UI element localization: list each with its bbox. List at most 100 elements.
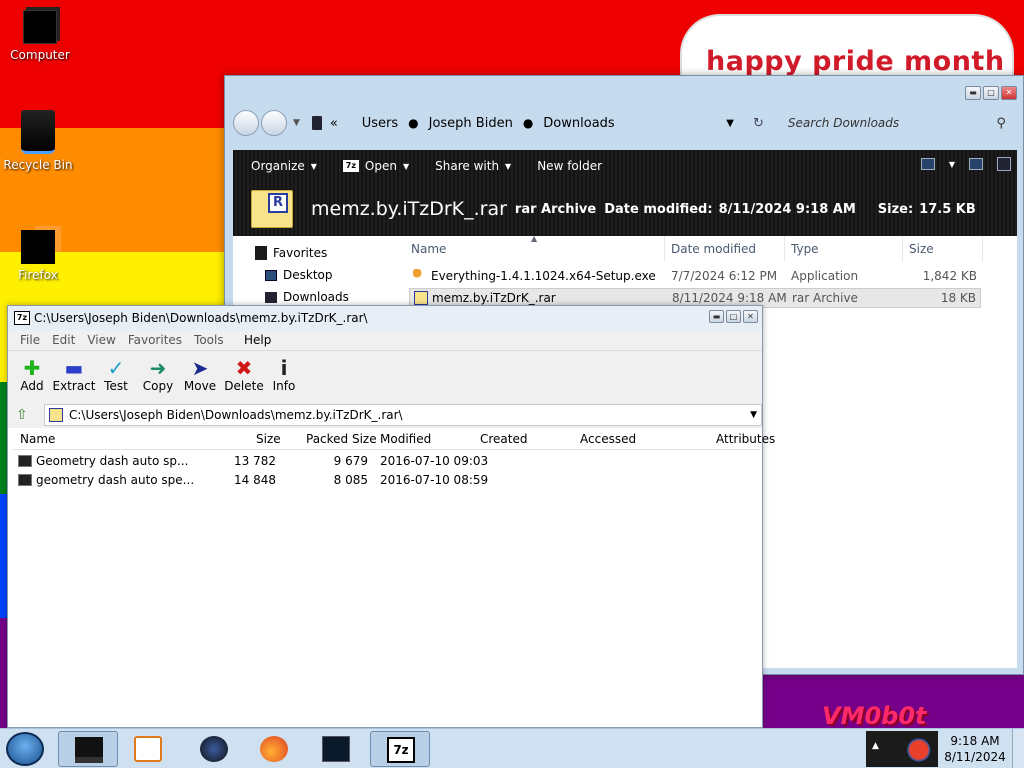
forward-button[interactable]	[261, 110, 287, 136]
close-button[interactable]: ✕	[743, 310, 758, 323]
column-header-name[interactable]: Name	[20, 432, 55, 446]
tool-label: Info	[272, 379, 296, 393]
desktop-icon-computer[interactable]: Computer	[2, 10, 78, 62]
menu-view[interactable]: View	[87, 333, 115, 347]
copy-arrow-icon: ➜	[149, 356, 167, 380]
minimize-button[interactable]: ▬	[965, 86, 981, 100]
taskbar-firefox[interactable]	[244, 731, 304, 767]
nav-item-favorites[interactable]: Favorites	[255, 246, 327, 260]
desktop-icon-recycle-bin[interactable]: Recycle Bin	[0, 110, 76, 172]
show-hidden-icons-icon[interactable]: ▲	[872, 741, 879, 751]
back-button[interactable]	[233, 110, 259, 136]
toolbar: Organize ▼ 7z Open ▼ Share with ▼ New fo…	[233, 150, 1017, 182]
column-header-accessed[interactable]: Accessed	[580, 432, 636, 446]
breadcrumb-prefix: «	[329, 115, 338, 131]
menu-tools[interactable]: Tools	[194, 333, 224, 347]
recent-pages-dropdown[interactable]: ▼	[293, 118, 300, 128]
taskbar-media-player[interactable]	[118, 731, 178, 767]
network-icon[interactable]	[888, 737, 932, 763]
nav-item-desktop[interactable]: Desktop	[265, 268, 333, 282]
column-header-date-modified[interactable]: Date modified	[665, 236, 785, 262]
share-with-button[interactable]: Share with ▼	[435, 159, 511, 173]
archive-row[interactable]: Geometry dash auto sp... 13 782 9 679 20…	[16, 452, 756, 471]
column-header-size[interactable]: Size	[256, 432, 281, 446]
file-modified: 8/11/2024 9:18 AM	[672, 291, 787, 305]
show-desktop-button[interactable]	[1012, 729, 1024, 768]
archive-row[interactable]: geometry dash auto spe... 14 848 8 085 2…	[16, 471, 756, 490]
7zip-title-bar[interactable]: 7z C:\Users\Joseph Biden\Downloads\memz.…	[8, 306, 762, 330]
refresh-icon[interactable]: ↻	[753, 116, 764, 131]
preview-pane-icon[interactable]	[969, 158, 983, 170]
move-button[interactable]: ➤ Move	[178, 357, 222, 393]
extract-button[interactable]: ▬ Extract	[52, 357, 96, 393]
breadcrumb-separator[interactable]: ●	[408, 116, 418, 130]
column-header-size[interactable]: Size	[903, 236, 983, 262]
breadcrumb-downloads[interactable]: Downloads	[543, 116, 614, 131]
menu-edit[interactable]: Edit	[52, 333, 75, 347]
menu-file[interactable]: File	[20, 333, 40, 347]
minimize-button[interactable]: ▬	[709, 310, 724, 323]
chevron-down-icon[interactable]: ▼	[949, 160, 955, 169]
organize-label: Organize	[251, 159, 305, 173]
column-header-created[interactable]: Created	[480, 432, 528, 446]
new-folder-button[interactable]: New folder	[537, 159, 602, 173]
globe-icon	[200, 736, 228, 762]
delete-x-icon: ✖	[235, 356, 253, 380]
archive-file-packed: 9 679	[333, 454, 368, 468]
breadcrumb-users[interactable]: Users	[362, 116, 398, 131]
change-view-icon[interactable]	[920, 158, 935, 170]
column-header-packed-size[interactable]: Packed Size	[306, 432, 377, 446]
taskbar-browser[interactable]	[184, 731, 244, 767]
firefox-icon	[260, 736, 288, 762]
menu-favorites[interactable]: Favorites	[128, 333, 182, 347]
nav-item-downloads[interactable]: Downloads	[265, 290, 349, 304]
path-input[interactable]: C:\Users\Joseph Biden\Downloads\memz.by.…	[44, 404, 762, 426]
column-header-name[interactable]: Name	[405, 236, 665, 262]
taskbar: 7z ▲ 9:18 AM 8/11/2024	[0, 728, 1024, 768]
address-bar[interactable]: « Users ● Joseph Biden ● Downloads ▼ ↻	[308, 110, 766, 136]
path-bar: ⇧ C:\Users\Joseph Biden\Downloads\memz.b…	[8, 402, 762, 428]
desktop-icon-firefox[interactable]: Firefox	[0, 214, 76, 282]
test-button[interactable]: ✓ Test	[94, 357, 138, 393]
close-button[interactable]: ✕	[1001, 86, 1017, 100]
banner-text: happy pride month	[706, 46, 1005, 77]
column-header-type[interactable]: Type	[785, 236, 903, 262]
start-button[interactable]	[6, 732, 44, 766]
maximize-button[interactable]: □	[983, 86, 999, 100]
taskbar-7zip[interactable]: 7z	[370, 731, 430, 767]
delete-button[interactable]: ✖ Delete	[222, 357, 266, 393]
column-header-modified[interactable]: Modified	[380, 432, 431, 446]
chevron-down-icon[interactable]: ▼	[726, 118, 734, 129]
archive-file-name: Geometry dash auto sp...	[36, 454, 189, 468]
archive-file-name: geometry dash auto spe...	[36, 473, 195, 487]
taskbar-terminal[interactable]	[306, 731, 366, 767]
breadcrumb-joseph-biden[interactable]: Joseph Biden	[429, 116, 513, 131]
desktop-icon	[265, 269, 277, 281]
column-header-attributes[interactable]: Attributes	[716, 432, 775, 446]
menu-help[interactable]: Help	[244, 333, 271, 347]
help-icon[interactable]	[997, 157, 1011, 171]
open-button[interactable]: 7z Open ▼	[342, 159, 409, 173]
watermark-text: VM0b0t	[822, 702, 927, 730]
chevron-down-icon[interactable]: ▼	[750, 410, 757, 420]
search-input[interactable]: Search Downloads ⚲	[780, 110, 1012, 136]
taskbar-explorer[interactable]	[58, 731, 118, 767]
archive-file-size: 13 782	[234, 454, 276, 468]
folder-up-icon[interactable]: ⇧	[16, 407, 34, 423]
7zip-icon: 7z	[387, 737, 415, 763]
7zip-window[interactable]: 7z C:\Users\Joseph Biden\Downloads\memz.…	[7, 305, 775, 728]
info-button[interactable]: i Info	[262, 357, 306, 393]
new-folder-label: New folder	[537, 159, 603, 173]
file-modified: 7/7/2024 6:12 PM	[671, 269, 778, 283]
maximize-button[interactable]: □	[726, 310, 741, 323]
recycle-bin-icon	[21, 110, 55, 154]
tool-label: Move	[183, 379, 217, 393]
add-button[interactable]: ✚ Add	[10, 357, 54, 393]
organize-button[interactable]: Organize ▼	[251, 159, 317, 173]
file-row[interactable]: Everything-1.4.1.1024.x64-Setup.exe 7/7/…	[409, 267, 981, 287]
clock[interactable]: 9:18 AM 8/11/2024	[940, 733, 1010, 765]
copy-button[interactable]: ➜ Copy	[136, 357, 180, 393]
installer-key-icon	[413, 269, 427, 283]
breadcrumb-separator[interactable]: ●	[523, 116, 533, 130]
computer-icon	[311, 116, 322, 130]
